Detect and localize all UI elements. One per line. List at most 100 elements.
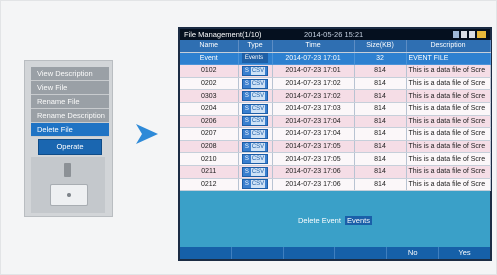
- cell-size: 814: [354, 165, 407, 179]
- table-row[interactable]: Event Events 2014-07-23 17:01 32 EVENT FILE: [180, 52, 491, 66]
- yes-button[interactable]: Yes: [439, 247, 490, 259]
- file-type-badge: S CSV: [241, 166, 269, 177]
- delete-target-chip: Events: [345, 216, 372, 225]
- softkey-3[interactable]: [283, 247, 336, 259]
- menu-item-view-description[interactable]: View Description: [31, 67, 109, 81]
- cell-description: This is a data file of Scre: [406, 152, 491, 166]
- menu-item-delete-file[interactable]: Delete File: [31, 123, 109, 137]
- cell-description: This is a data file of Scre: [406, 115, 491, 129]
- column-header-description[interactable]: Description: [406, 40, 491, 53]
- csv-chip: CSV: [250, 155, 266, 164]
- screen-title: File Management(1/10): [184, 30, 262, 39]
- table-header-row: Name Type Time Size(KB) Description: [180, 40, 491, 53]
- table-row[interactable]: 0207 S CSV 2014-07-23 17:04 814 This is a dat…: [180, 127, 491, 141]
- battery-icon: [477, 31, 486, 38]
- cell-size: 814: [354, 102, 407, 116]
- cell-name: 0208: [180, 140, 239, 154]
- operate-button[interactable]: Operate: [38, 139, 102, 155]
- cell-type: S CSV: [238, 127, 273, 141]
- cell-type: Events: [238, 52, 273, 66]
- column-header-time[interactable]: Time: [272, 40, 355, 53]
- cell-type: S CSV: [238, 115, 273, 129]
- edit-icon: [461, 31, 467, 38]
- slot-indicator-icon: [64, 163, 71, 177]
- table-row[interactable]: 0303 S CSV 2014-07-23 17:02 814 This is a dat…: [180, 89, 491, 103]
- cell-type: S CSV: [238, 178, 273, 192]
- softkey-bar: No Yes: [180, 247, 490, 259]
- signal-icon: [453, 31, 459, 38]
- cell-size: 814: [354, 140, 407, 154]
- csv-chip: CSV: [250, 167, 266, 176]
- column-header-name[interactable]: Name: [180, 40, 239, 53]
- cell-time: 2014-07-23 17:06: [272, 165, 355, 179]
- file-type-label: S: [244, 156, 249, 163]
- file-type-label: S: [244, 143, 249, 150]
- delete-prompt: Delete Event Events: [180, 216, 490, 225]
- file-type-label: S: [244, 168, 249, 175]
- softkey-2[interactable]: [231, 247, 284, 259]
- cell-name: 0202: [180, 77, 239, 91]
- csv-chip: CSV: [250, 142, 266, 151]
- cell-time: 2014-07-23 17:04: [272, 127, 355, 141]
- file-type-badge: S CSV: [241, 91, 269, 102]
- context-menu-panel: View Description View File Rename File R…: [24, 60, 113, 217]
- cell-type: S CSV: [238, 140, 273, 154]
- table-row[interactable]: 0204 S CSV 2014-07-23 17:03 814 This is a dat…: [180, 102, 491, 116]
- file-type-label: S: [244, 93, 249, 100]
- csv-chip: CSV: [250, 79, 266, 88]
- table-row[interactable]: 0212 S CSV 2014-07-23 17:06 814 This is a dat…: [180, 178, 491, 192]
- device-button[interactable]: [50, 184, 88, 206]
- cell-type: S CSV: [238, 64, 273, 78]
- cell-name: 0210: [180, 152, 239, 166]
- cell-name: 0212: [180, 178, 239, 192]
- delete-confirm-dialog: Delete Event Events: [180, 191, 490, 247]
- title-bar: File Management(1/10) 2014-05-26 15:21: [180, 29, 490, 40]
- cell-name: 0102: [180, 64, 239, 78]
- table-row[interactable]: 0202 S CSV 2014-07-23 17:02 814 This is a dat…: [180, 77, 491, 91]
- softkey-1[interactable]: [180, 247, 232, 259]
- cell-size: 814: [354, 115, 407, 129]
- cell-description: This is a data file of Scre: [406, 77, 491, 91]
- cell-description: This is a data file of Scre: [406, 140, 491, 154]
- cell-time: 2014-07-23 17:03: [272, 102, 355, 116]
- cell-type: S CSV: [238, 77, 273, 91]
- cell-time: 2014-07-23 17:01: [272, 52, 355, 66]
- cell-name: 0204: [180, 102, 239, 116]
- file-type-badge: S CSV: [241, 154, 269, 165]
- csv-chip: CSV: [250, 66, 266, 75]
- csv-chip: CSV: [250, 92, 266, 101]
- cell-time: 2014-07-23 17:05: [272, 140, 355, 154]
- cell-size: 814: [354, 152, 407, 166]
- table-row[interactable]: 0208 S CSV 2014-07-23 17:05 814 This is a dat…: [180, 140, 491, 154]
- table-row[interactable]: 0206 S CSV 2014-07-23 17:04 814 This is a dat…: [180, 115, 491, 129]
- cell-size: 814: [354, 64, 407, 78]
- cell-name: Event: [180, 52, 239, 66]
- cell-description: This is a data file of Scre: [406, 89, 491, 103]
- table-row[interactable]: 0211 S CSV 2014-07-23 17:06 814 This is a dat…: [180, 165, 491, 179]
- no-button[interactable]: No: [387, 247, 440, 259]
- file-type-badge: S CSV: [241, 116, 269, 127]
- file-type-label: S: [244, 118, 249, 125]
- cell-description: This is a data file of Scre: [406, 64, 491, 78]
- cell-time: 2014-07-23 17:04: [272, 115, 355, 129]
- storage-icon: [469, 31, 475, 38]
- menu-item-rename-file[interactable]: Rename File: [31, 95, 109, 109]
- column-header-size[interactable]: Size(KB): [354, 40, 407, 53]
- softkey-4[interactable]: [335, 247, 388, 259]
- menu-item-view-file[interactable]: View File: [31, 81, 109, 95]
- cell-description: EVENT FILE: [406, 52, 491, 66]
- cell-time: 2014-07-23 17:01: [272, 64, 355, 78]
- column-header-type[interactable]: Type: [238, 40, 273, 53]
- cell-description: This is a data file of Scre: [406, 102, 491, 116]
- csv-chip: CSV: [250, 180, 266, 189]
- menu-item-rename-description[interactable]: Rename Description: [31, 109, 109, 123]
- table-row[interactable]: 0210 S CSV 2014-07-23 17:05 814 This is a dat…: [180, 152, 491, 166]
- datetime-display: 2014-05-26 15:21: [304, 30, 364, 39]
- cell-type: S CSV: [238, 89, 273, 103]
- file-type-badge: S CSV: [241, 128, 269, 139]
- status-icons: [453, 31, 486, 39]
- file-type-label: Events: [244, 55, 264, 62]
- table-row[interactable]: 0102 S CSV 2014-07-23 17:01 814 This is a dat…: [180, 64, 491, 78]
- csv-chip: CSV: [250, 117, 266, 126]
- file-type-badge: S CSV: [241, 103, 269, 114]
